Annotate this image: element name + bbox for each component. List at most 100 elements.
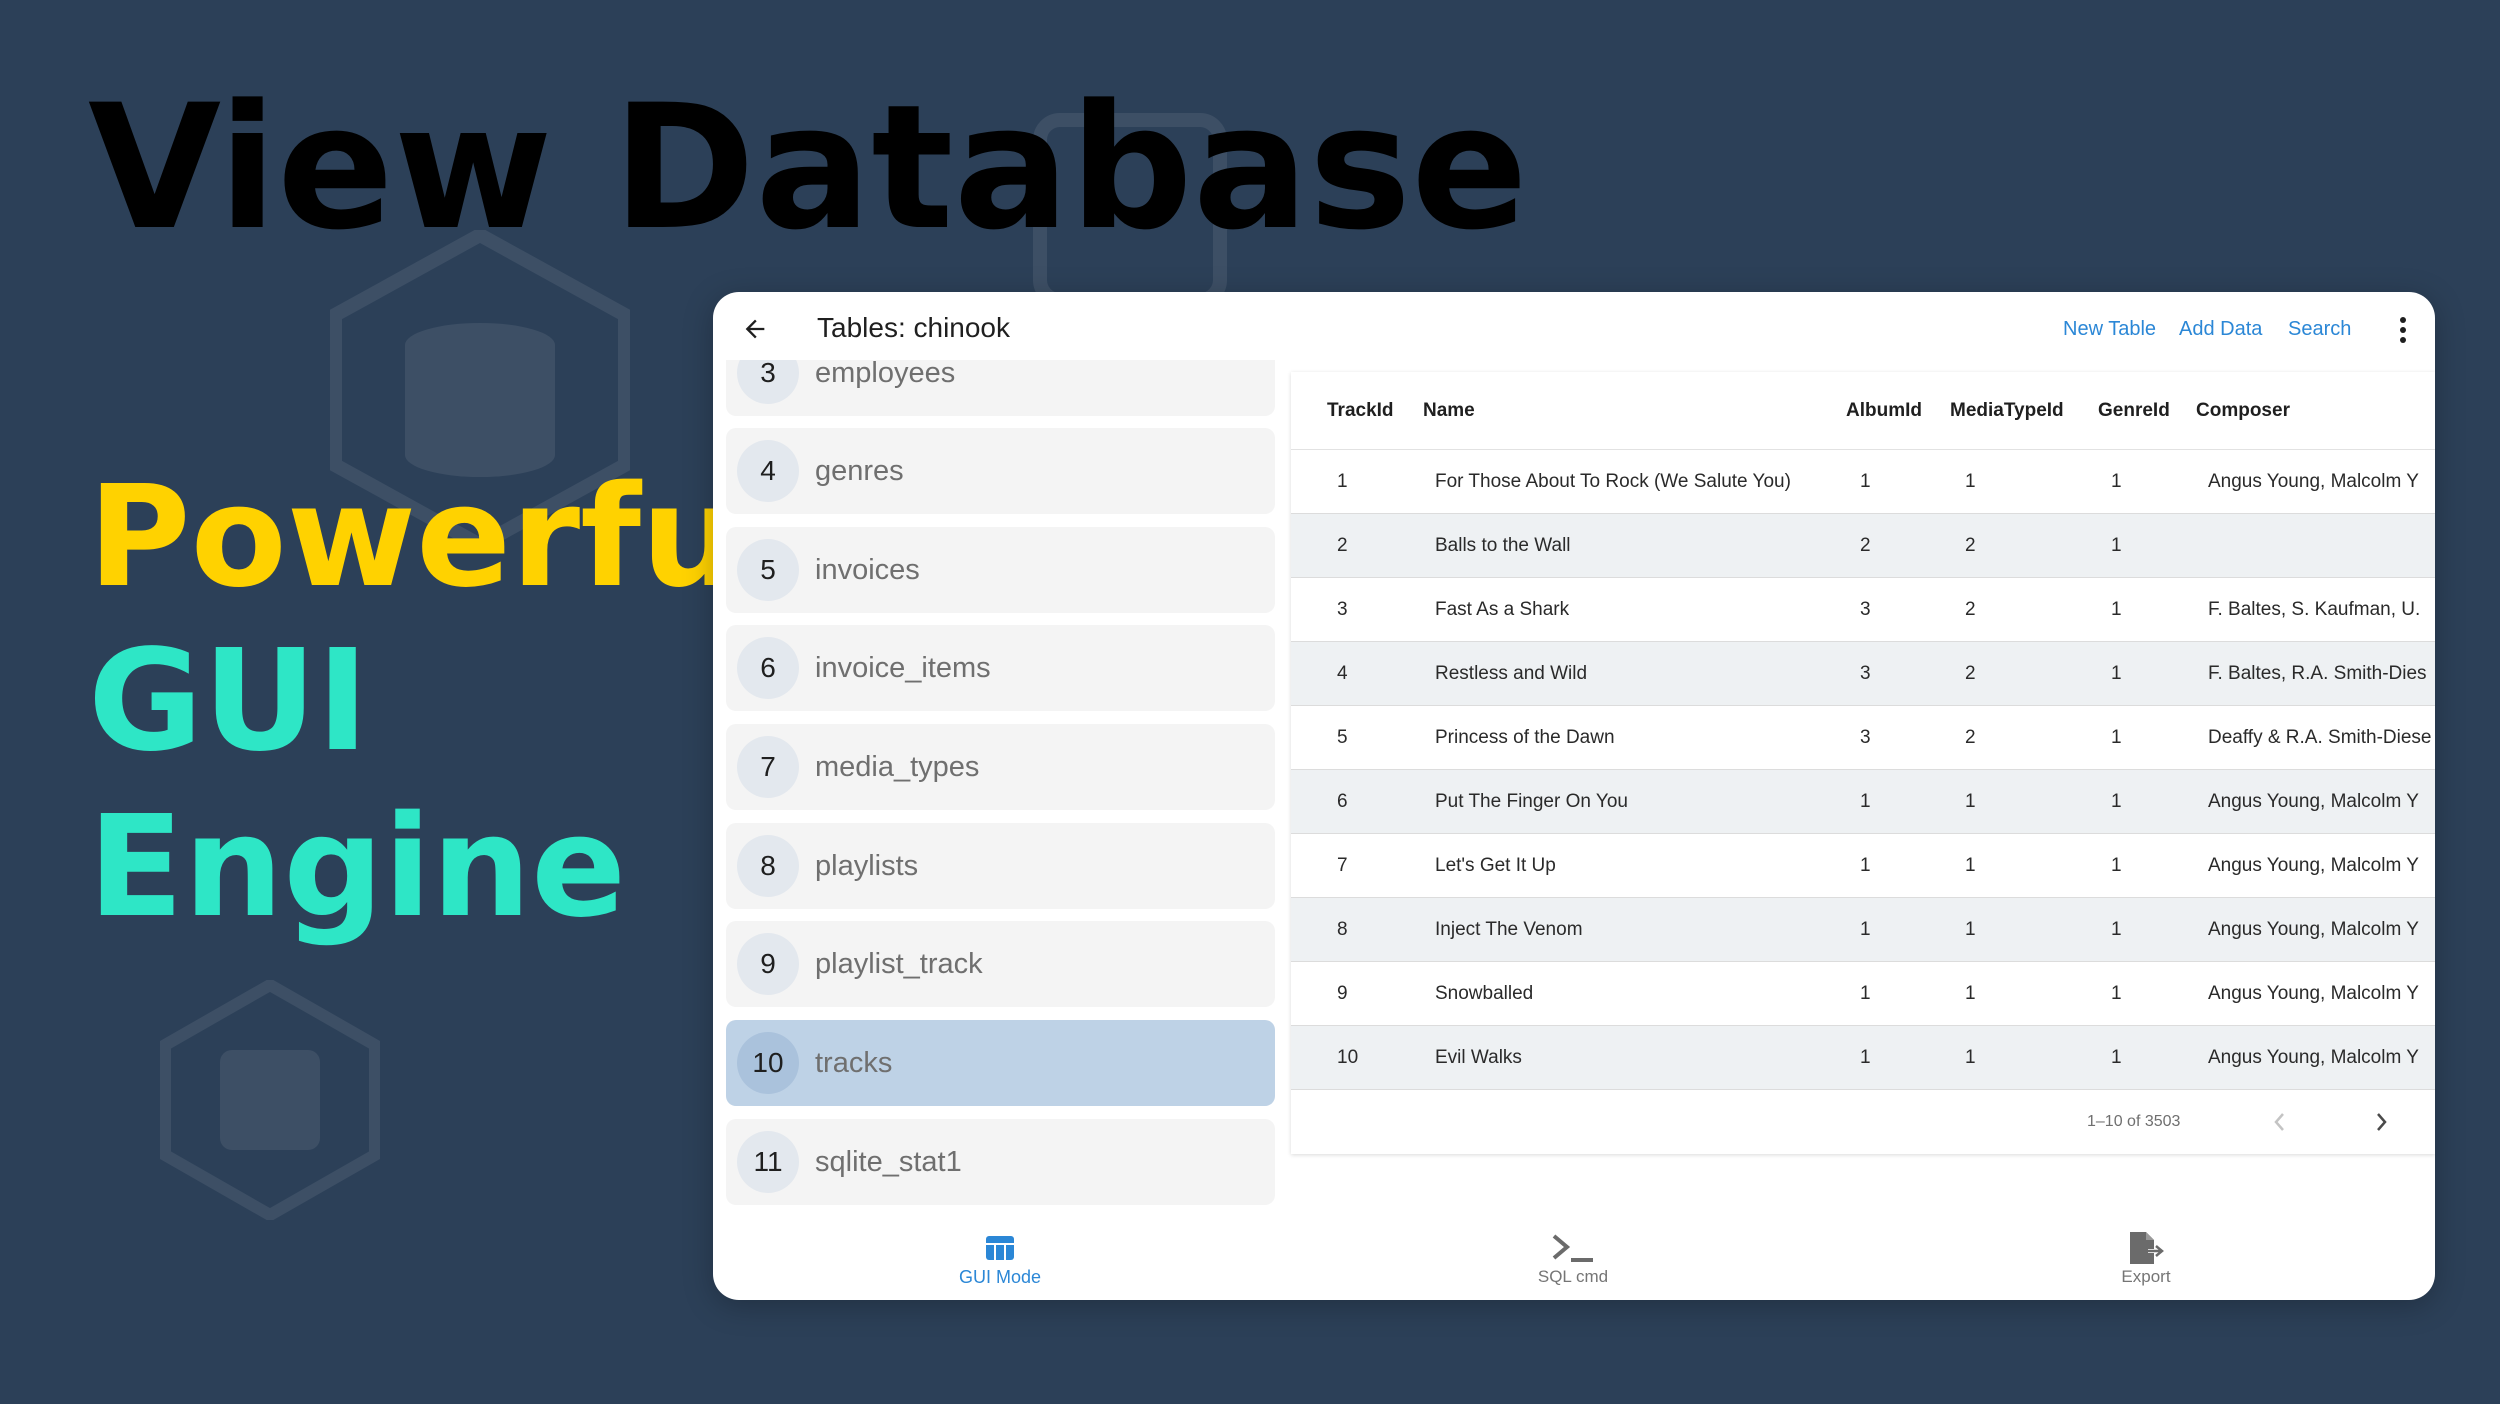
more-options-button[interactable]	[2383, 308, 2423, 352]
cell-name: For Those About To Rock (We Salute You)	[1435, 471, 1791, 492]
cell-genreid: 1	[2111, 855, 2122, 876]
arrow-left-icon	[745, 319, 765, 339]
promo-powerful: Powerful	[88, 456, 789, 619]
bottom-navigation: GUI Mode SQL cmd Export	[713, 1217, 2435, 1300]
cell-trackid: 7	[1337, 855, 1348, 876]
cell-mediatypeid: 2	[1965, 599, 1976, 620]
more-vertical-icon	[2400, 317, 2406, 343]
cell-mediatypeid: 1	[1965, 791, 1976, 812]
grid-header-row: TrackId Name AlbumId MediaTypeId GenreId…	[1291, 372, 2435, 450]
table-name: employees	[815, 360, 956, 389]
table-number-avatar: 6	[737, 637, 799, 699]
column-header-genreid[interactable]: GenreId	[2098, 372, 2170, 450]
promo-view-word: View	[88, 67, 553, 268]
nav-icon-wrap	[985, 1231, 1015, 1265]
cell-mediatypeid: 1	[1965, 983, 1976, 1004]
cell-genreid: 1	[2111, 535, 2122, 556]
cell-composer: Angus Young, Malcolm Y	[2208, 791, 2419, 812]
cell-genreid: 1	[2111, 983, 2122, 1004]
cell-albumid: 1	[1860, 855, 1871, 876]
cell-name: Restless and Wild	[1435, 663, 1588, 684]
nav-icon-wrap	[1551, 1231, 1595, 1265]
promo-gui: GUI	[88, 620, 369, 783]
cell-composer: Angus Young, Malcolm Y	[2208, 1047, 2419, 1068]
cell-albumid: 3	[1860, 727, 1871, 748]
table-list-item[interactable]: 5 invoices	[726, 527, 1275, 613]
table-row[interactable]: 10 Evil Walks 1 1 1 Angus Young, Malcolm…	[1291, 1026, 2435, 1090]
cell-trackid: 10	[1337, 1047, 1359, 1068]
cell-trackid: 6	[1337, 791, 1348, 812]
next-page-button[interactable]	[2360, 1100, 2404, 1144]
nav-export[interactable]: Export	[2046, 1217, 2246, 1300]
table-list-item-selected[interactable]: 10 tracks	[726, 1020, 1275, 1106]
table-number-avatar: 11	[737, 1131, 799, 1193]
table-row[interactable]: 6 Put The Finger On You 1 1 1 Angus Youn…	[1291, 770, 2435, 834]
table-name: sqlite_stat1	[815, 1145, 962, 1178]
promo-database-word: Database	[612, 67, 1528, 268]
cell-name: Balls to the Wall	[1435, 535, 1571, 556]
table-row[interactable]: 7 Let's Get It Up 1 1 1 Angus Young, Mal…	[1291, 834, 2435, 898]
cell-trackid: 5	[1337, 727, 1348, 748]
table-icon	[986, 1236, 1014, 1260]
table-list-item[interactable]: 11 sqlite_stat1	[726, 1119, 1275, 1205]
pagination: 1–10 of 3503	[1291, 1090, 2435, 1154]
table-number-avatar: 3	[737, 360, 799, 404]
table-row[interactable]: 3 Fast As a Shark 3 2 1 F. Baltes, S. Ka…	[1291, 578, 2435, 642]
cell-composer: F. Baltes, S. Kaufman, U.	[2208, 599, 2421, 620]
table-number-avatar: 4	[737, 440, 799, 502]
cell-mediatypeid: 1	[1965, 855, 1976, 876]
cell-name: Evil Walks	[1435, 1047, 1522, 1068]
cell-composer: Angus Young, Malcolm Y	[2208, 983, 2419, 1004]
cell-composer: F. Baltes, R.A. Smith-Dies	[2208, 663, 2427, 684]
chevron-right-icon	[2377, 1113, 2387, 1131]
nav-gui-mode[interactable]: GUI Mode	[900, 1217, 1100, 1300]
cell-mediatypeid: 2	[1965, 535, 1976, 556]
table-row[interactable]: 9 Snowballed 1 1 1 Angus Young, Malcolm …	[1291, 962, 2435, 1026]
nav-icon-wrap	[2126, 1231, 2166, 1265]
nav-label: GUI Mode	[958, 1267, 1042, 1287]
column-header-name[interactable]: Name	[1423, 372, 1475, 450]
cell-genreid: 1	[2111, 919, 2122, 940]
page-title: Tables: chinook	[817, 312, 1011, 343]
cell-mediatypeid: 2	[1965, 663, 1976, 684]
cell-mediatypeid: 1	[1965, 471, 1976, 492]
cell-mediatypeid: 2	[1965, 727, 1976, 748]
cell-albumid: 2	[1860, 535, 1871, 556]
previous-page-button[interactable]	[2257, 1100, 2301, 1144]
table-list-item[interactable]: 3 employees	[726, 360, 1275, 416]
data-grid: TrackId Name AlbumId MediaTypeId GenreId…	[1291, 372, 2435, 1154]
new-table-button[interactable]: New Table	[2063, 310, 2156, 348]
cell-name: Let's Get It Up	[1435, 855, 1556, 876]
cell-composer: Angus Young, Malcolm Y	[2208, 471, 2419, 492]
table-row[interactable]: 5 Princess of the Dawn 3 2 1 Deaffy & R.…	[1291, 706, 2435, 770]
nav-sql-cmd[interactable]: SQL cmd	[1473, 1217, 1673, 1300]
table-list-item[interactable]: 4 genres	[726, 428, 1275, 514]
table-name: playlists	[815, 849, 919, 882]
table-row[interactable]: 1 For Those About To Rock (We Salute You…	[1291, 450, 2435, 514]
table-number-avatar: 10	[737, 1032, 799, 1094]
column-header-albumid[interactable]: AlbumId	[1846, 372, 1922, 450]
table-list-item[interactable]: 7 media_types	[726, 724, 1275, 810]
table-row[interactable]: 8 Inject The Venom 1 1 1 Angus Young, Ma…	[1291, 898, 2435, 962]
column-header-mediatypeid[interactable]: MediaTypeId	[1950, 372, 2064, 450]
cell-trackid: 9	[1337, 983, 1348, 1004]
cell-albumid: 1	[1860, 983, 1871, 1004]
chevron-left-icon	[2274, 1113, 2284, 1131]
page-range-label: 1–10 of 3503	[2087, 1113, 2181, 1130]
table-list-item[interactable]: 8 playlists	[726, 823, 1275, 909]
cell-mediatypeid: 1	[1965, 919, 1976, 940]
search-button[interactable]: Search	[2288, 310, 2351, 348]
cell-genreid: 1	[2111, 471, 2122, 492]
table-list-item[interactable]: 9 playlist_track	[726, 921, 1275, 1007]
nav-label: SQL cmd	[1537, 1267, 1609, 1286]
cell-trackid: 3	[1337, 599, 1348, 620]
column-header-composer[interactable]: Composer	[2196, 372, 2290, 450]
back-button[interactable]	[733, 307, 777, 351]
column-header-trackid[interactable]: TrackId	[1327, 372, 1394, 450]
cell-albumid: 1	[1860, 919, 1871, 940]
add-data-button[interactable]: Add Data	[2179, 310, 2262, 348]
table-row[interactable]: 4 Restless and Wild 3 2 1 F. Baltes, R.A…	[1291, 642, 2435, 706]
table-number-avatar: 5	[737, 539, 799, 601]
table-row[interactable]: 2 Balls to the Wall 2 2 1	[1291, 514, 2435, 578]
table-list-item[interactable]: 6 invoice_items	[726, 625, 1275, 711]
